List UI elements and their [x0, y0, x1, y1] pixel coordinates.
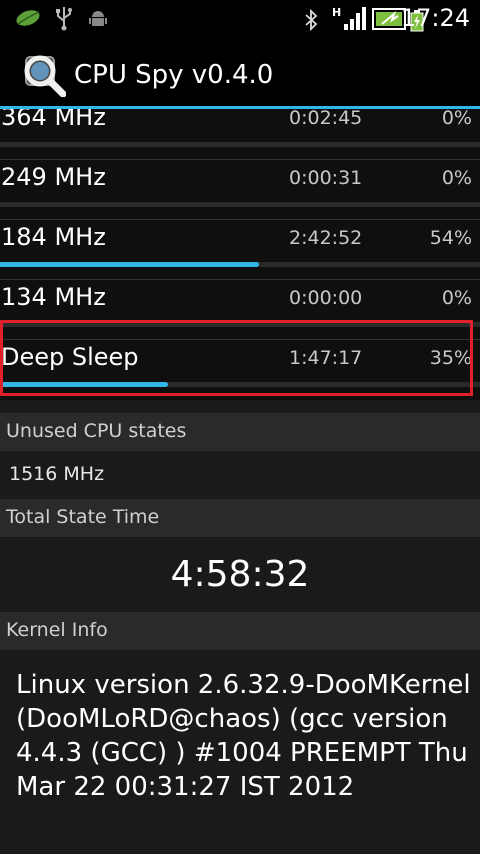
usb-icon	[56, 7, 72, 31]
total-time-header: Total State Time	[0, 499, 480, 537]
android-debug-icon	[89, 11, 107, 26]
state-frequency: 364 MHz	[1, 109, 106, 131]
action-bar: CPU Spy v0.4.0	[0, 38, 480, 108]
state-progress-fill	[0, 262, 259, 267]
state-time: 0:00:31	[289, 167, 363, 189]
unused-states-label: Unused CPU states	[6, 420, 187, 442]
clock: 17:24	[400, 4, 470, 32]
state-percent: 0%	[441, 287, 472, 309]
kernel-info-text: Linux version 2.6.32.9-DooMKernel (DooML…	[16, 670, 471, 802]
state-frequency: 249 MHz	[1, 163, 106, 191]
state-percent: 0%	[441, 167, 472, 189]
status-bar: H 17:24	[0, 0, 480, 38]
cpu-state-row: 184 MHz 2:42:52 54%	[0, 220, 480, 280]
state-percent: 0%	[441, 109, 472, 129]
svg-text:H: H	[332, 6, 341, 19]
kernel-info-header: Kernel Info	[0, 612, 480, 650]
kernel-info-label: Kernel Info	[6, 619, 108, 641]
state-frequency: 184 MHz	[1, 223, 106, 251]
unused-states-value: 1516 MHz	[9, 463, 105, 485]
state-progress-track	[0, 142, 480, 147]
state-time: 2:42:52	[289, 227, 363, 249]
total-time-value: 4:58:32	[170, 554, 310, 595]
state-progress-track	[0, 202, 480, 207]
cpu-state-row: 249 MHz 0:00:31 0%	[0, 160, 480, 220]
signal-h-icon: H	[332, 6, 366, 30]
state-time: 0:02:45	[289, 109, 363, 129]
state-percent: 54%	[429, 227, 472, 249]
unused-states-header: Unused CPU states	[0, 413, 480, 451]
bluetooth-icon	[305, 9, 318, 31]
state-frequency: 134 MHz	[1, 283, 106, 311]
state-progress-track	[0, 262, 480, 267]
magnifier-chip-icon[interactable]	[22, 53, 66, 97]
cpu-state-row: 364 MHz 0:02:45 0%	[0, 109, 480, 160]
app-title: CPU Spy v0.4.0	[74, 60, 274, 90]
leaf-notification-icon	[16, 10, 40, 26]
state-time: 0:00:00	[289, 287, 363, 309]
highlight-box	[0, 320, 473, 396]
total-time-label: Total State Time	[6, 506, 160, 528]
